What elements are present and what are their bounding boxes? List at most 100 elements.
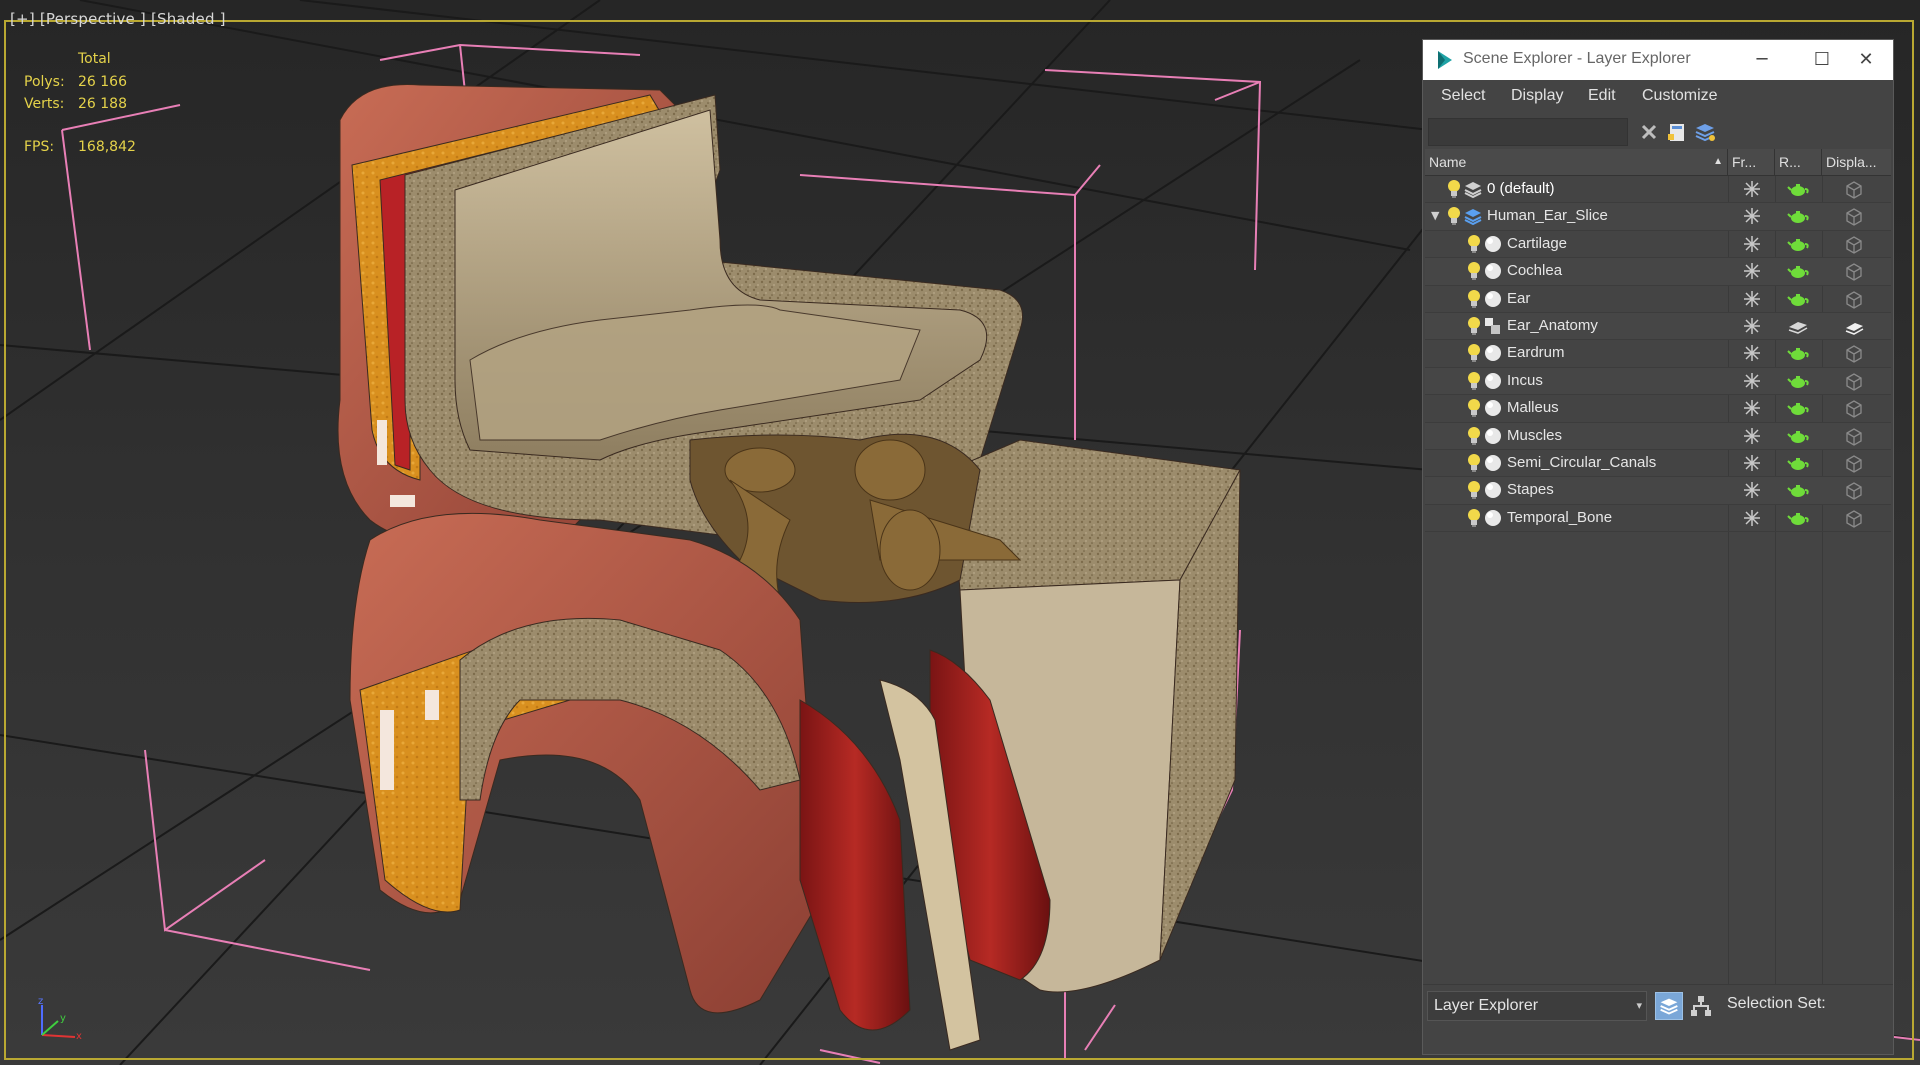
layer-tree-row[interactable]: Temporal_Bone <box>1425 505 1891 533</box>
hierarchy-icon[interactable] <box>1689 994 1713 1018</box>
display-box-icon[interactable] <box>1843 343 1865 365</box>
freeze-snowflake-icon[interactable] <box>1743 207 1761 225</box>
column-display-header[interactable]: Displa... <box>1822 149 1891 175</box>
light-bulb-icon[interactable] <box>1467 508 1481 528</box>
render-teapot-icon[interactable] <box>1787 373 1809 389</box>
display-box-icon[interactable] <box>1843 206 1865 228</box>
light-bulb-icon[interactable] <box>1467 453 1481 473</box>
render-teapot-icon[interactable] <box>1787 345 1809 361</box>
axis-x-label: x <box>76 1031 82 1042</box>
column-render-header[interactable]: R... <box>1775 149 1822 175</box>
render-teapot-icon[interactable] <box>1787 208 1809 224</box>
light-bulb-icon[interactable] <box>1467 426 1481 446</box>
sphere-object-icon <box>1485 454 1501 471</box>
light-bulb-icon[interactable] <box>1447 179 1461 199</box>
light-bulb-icon[interactable] <box>1467 398 1481 418</box>
stats-total-label: Total <box>78 51 111 67</box>
display-layers-icon[interactable] <box>1843 316 1865 338</box>
layer-tree-row[interactable]: 0 (default) <box>1425 176 1891 204</box>
freeze-snowflake-icon[interactable] <box>1743 180 1761 198</box>
explorer-bottom-bar: Layer Explorer ▾ Selection Set: <box>1423 984 1893 1023</box>
freeze-snowflake-icon[interactable] <box>1743 372 1761 390</box>
menu-select[interactable]: Select <box>1441 87 1485 105</box>
freeze-snowflake-icon[interactable] <box>1743 454 1761 472</box>
render-teapot-icon[interactable] <box>1787 428 1809 444</box>
light-bulb-icon[interactable] <box>1467 316 1481 336</box>
render-teapot-icon[interactable] <box>1787 236 1809 252</box>
layer-tree-row[interactable]: Muscles <box>1425 422 1891 450</box>
selection-set-label[interactable]: Selection Set: <box>1727 995 1826 1013</box>
light-bulb-icon[interactable] <box>1467 289 1481 309</box>
menu-edit[interactable]: Edit <box>1588 87 1616 105</box>
layer-tree-row[interactable]: Eardrum <box>1425 340 1891 368</box>
column-freeze-header[interactable]: Fr... <box>1728 149 1775 175</box>
axis-y-label: y <box>60 1013 66 1024</box>
freeze-snowflake-icon[interactable] <box>1743 427 1761 445</box>
layer-tree-row[interactable]: Ear <box>1425 286 1891 313</box>
layer-tree-row[interactable]: Incus <box>1425 367 1891 396</box>
expand-toggle-icon[interactable]: ▼ <box>1431 209 1443 222</box>
axis-z-label: z <box>38 996 43 1007</box>
light-bulb-icon[interactable] <box>1467 261 1481 281</box>
display-box-icon[interactable] <box>1843 426 1865 448</box>
explorer-titlebar[interactable]: Scene Explorer - Layer Explorer ─ ☐ ✕ <box>1423 40 1893 80</box>
freeze-snowflake-icon[interactable] <box>1743 235 1761 253</box>
freeze-snowflake-icon[interactable] <box>1743 481 1761 499</box>
light-bulb-icon[interactable] <box>1467 343 1481 363</box>
clear-search-icon[interactable] <box>1637 120 1661 144</box>
display-box-icon[interactable] <box>1843 179 1865 201</box>
sort-ascending-icon: ▲ <box>1713 156 1723 167</box>
freeze-snowflake-icon[interactable] <box>1743 399 1761 417</box>
display-box-icon[interactable] <box>1843 508 1865 530</box>
menu-customize[interactable]: Customize <box>1642 87 1718 105</box>
light-bulb-icon[interactable] <box>1447 206 1461 226</box>
layer-tree-row[interactable]: ▼ Human_Ear_Slice <box>1425 203 1891 231</box>
render-teapot-icon[interactable] <box>1787 482 1809 498</box>
layer-tree-row[interactable]: Ear_Anatomy <box>1425 312 1891 341</box>
display-box-icon[interactable] <box>1843 480 1865 502</box>
light-bulb-icon[interactable] <box>1467 234 1481 254</box>
minimize-button[interactable]: ─ <box>1739 46 1785 74</box>
search-input[interactable] <box>1428 118 1628 146</box>
render-layers-icon[interactable] <box>1787 318 1809 334</box>
column-name-header[interactable]: Name ▲ <box>1425 149 1728 175</box>
display-box-icon[interactable] <box>1843 398 1865 420</box>
layer-tree-row[interactable]: Cartilage <box>1425 231 1891 259</box>
display-box-icon[interactable] <box>1843 234 1865 256</box>
display-box-icon[interactable] <box>1843 289 1865 311</box>
layer-tree-item-label: 0 (default) <box>1487 180 1555 197</box>
freeze-snowflake-icon[interactable] <box>1743 509 1761 527</box>
close-button[interactable]: ✕ <box>1843 46 1889 74</box>
sphere-object-icon <box>1485 290 1501 307</box>
explorer-type-select[interactable]: Layer Explorer ▾ <box>1427 991 1647 1021</box>
render-teapot-icon[interactable] <box>1787 291 1809 307</box>
viewport-label-menu[interactable]: [+] [Perspective ] [Shaded ] <box>10 10 226 28</box>
render-teapot-icon[interactable] <box>1787 510 1809 526</box>
freeze-snowflake-icon[interactable] <box>1743 290 1761 308</box>
create-new-layer-icon[interactable] <box>1665 120 1689 144</box>
freeze-snowflake-icon[interactable] <box>1743 317 1761 335</box>
freeze-snowflake-icon[interactable] <box>1743 262 1761 280</box>
render-teapot-icon[interactable] <box>1787 455 1809 471</box>
axis-tripod-icon: z x y <box>38 996 82 1042</box>
light-bulb-icon[interactable] <box>1467 480 1481 500</box>
layer-tree-row[interactable]: Stapes <box>1425 477 1891 505</box>
add-to-active-layer-icon[interactable] <box>1693 120 1717 144</box>
layer-tree-row[interactable]: Cochlea <box>1425 258 1891 286</box>
render-teapot-icon[interactable] <box>1787 181 1809 197</box>
display-box-icon[interactable] <box>1843 261 1865 283</box>
menu-display[interactable]: Display <box>1511 87 1563 105</box>
sphere-object-icon <box>1485 263 1501 280</box>
layer-tree-row[interactable]: Malleus <box>1425 395 1891 423</box>
display-box-icon[interactable] <box>1843 371 1865 393</box>
scene-explorer-window[interactable]: Scene Explorer - Layer Explorer ─ ☐ ✕ Se… <box>1422 39 1894 1055</box>
freeze-snowflake-icon[interactable] <box>1743 344 1761 362</box>
sort-by-layer-icon[interactable] <box>1655 992 1683 1020</box>
display-box-icon[interactable] <box>1843 453 1865 475</box>
light-bulb-icon[interactable] <box>1467 371 1481 391</box>
render-teapot-icon[interactable] <box>1787 400 1809 416</box>
layer-tree-row[interactable]: Semi_Circular_Canals <box>1425 450 1891 478</box>
maximize-button[interactable]: ☐ <box>1799 46 1845 74</box>
render-teapot-icon[interactable] <box>1787 263 1809 279</box>
layer-tree-item-label: Malleus <box>1507 399 1559 417</box>
